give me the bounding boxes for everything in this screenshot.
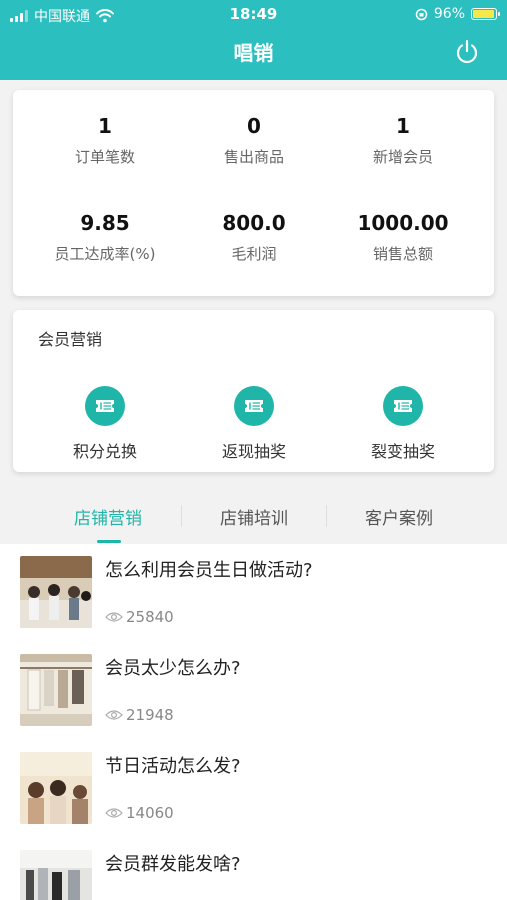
status-bar: 中国联通 18:49 96% xyxy=(0,0,507,30)
stat-value: 0 xyxy=(247,114,261,138)
view-count-value: 21948 xyxy=(126,706,174,724)
stat-label: 毛利润 xyxy=(231,245,277,263)
page-title: 唱销 xyxy=(233,41,274,65)
article-title: 会员太少怎么办? xyxy=(105,658,241,679)
list-item[interactable]: 怎么利用会员生日做活动? 25840 xyxy=(0,544,507,642)
stat-products-sold: 0 售出商品 xyxy=(174,114,334,167)
stat-label: 新增会员 xyxy=(372,148,433,166)
stat-total-sales: 1000.00 销售总额 xyxy=(323,211,483,264)
view-count-value: 25840 xyxy=(126,608,174,626)
stat-value: 9.85 xyxy=(80,211,130,235)
article-title: 会员群发能发啥? xyxy=(105,854,241,875)
points-exchange-label: 积分兑换 xyxy=(72,442,137,461)
member-marketing-card: 会员营销 积分兑换 返现抽奖 裂变抽奖 xyxy=(13,310,494,472)
article-thumbnail xyxy=(20,556,92,628)
section-title: 会员营销 xyxy=(38,330,103,349)
status-right: 96% xyxy=(415,6,500,22)
article-thumbnail xyxy=(20,654,92,726)
ticket-icon xyxy=(85,386,125,426)
list-item[interactable]: 节日活动怎么发? 14060 xyxy=(0,740,507,838)
tab-bar: 店铺营销 店铺培训 客户案例 xyxy=(0,488,507,544)
list-item[interactable]: 会员太少怎么办? 21948 xyxy=(0,642,507,740)
stat-staff-rate: 9.85 员工达成率(%) xyxy=(25,211,185,264)
article-title: 节日活动怎么发? xyxy=(105,756,241,777)
view-count: 21948 xyxy=(105,706,174,724)
stat-gross-profit: 800.0 毛利润 xyxy=(174,211,334,264)
eye-icon xyxy=(105,710,123,720)
stat-label: 销售总额 xyxy=(372,245,433,263)
stats-card: 1 订单笔数 0 售出商品 1 新增会员 9.85 员工达成率(%) 800.0… xyxy=(13,90,494,296)
stat-value: 800.0 xyxy=(222,211,286,235)
battery-percent: 96% xyxy=(433,6,465,22)
header-bar: 中国联通 18:49 96% 唱销 xyxy=(0,0,507,80)
fission-lottery-label: 裂变抽奖 xyxy=(370,442,435,461)
tab-store-training[interactable]: 店铺培训 xyxy=(179,504,329,529)
stat-new-members: 1 新增会员 xyxy=(323,114,483,167)
cashback-lottery-label: 返现抽奖 xyxy=(221,442,286,461)
ticket-icon xyxy=(234,386,274,426)
view-count: 25840 xyxy=(105,608,174,626)
stat-label: 售出商品 xyxy=(223,148,284,166)
article-title: 怎么利用会员生日做活动? xyxy=(105,560,313,581)
stat-label: 订单笔数 xyxy=(74,148,135,166)
stat-value: 1000.00 xyxy=(357,211,449,235)
power-icon[interactable] xyxy=(453,38,481,66)
tab-store-marketing[interactable]: 店铺营销 xyxy=(33,504,183,529)
article-thumbnail xyxy=(20,752,92,824)
active-tab-indicator xyxy=(97,540,121,543)
view-count-value: 14060 xyxy=(126,804,174,822)
view-count: 14060 xyxy=(105,804,174,822)
points-exchange-button[interactable]: 积分兑换 xyxy=(45,386,165,462)
stat-value: 1 xyxy=(396,114,410,138)
cashback-lottery-button[interactable]: 返现抽奖 xyxy=(194,386,314,462)
ticket-icon xyxy=(383,386,423,426)
orientation-lock-icon xyxy=(415,8,428,20)
article-thumbnail xyxy=(20,850,92,900)
stat-label: 员工达成率(%) xyxy=(54,245,156,263)
stat-orders: 1 订单笔数 xyxy=(25,114,185,167)
stat-value: 1 xyxy=(98,114,112,138)
article-list: 怎么利用会员生日做活动? 25840 会员太少怎么办? 21948 节日活动怎么… xyxy=(0,544,507,900)
tab-customer-cases[interactable]: 客户案例 xyxy=(324,504,474,529)
eye-icon xyxy=(105,612,123,622)
battery-icon xyxy=(471,8,500,20)
list-item[interactable]: 会员群发能发啥? xyxy=(0,838,507,900)
eye-icon xyxy=(105,808,123,818)
fission-lottery-button[interactable]: 裂变抽奖 xyxy=(343,386,463,462)
